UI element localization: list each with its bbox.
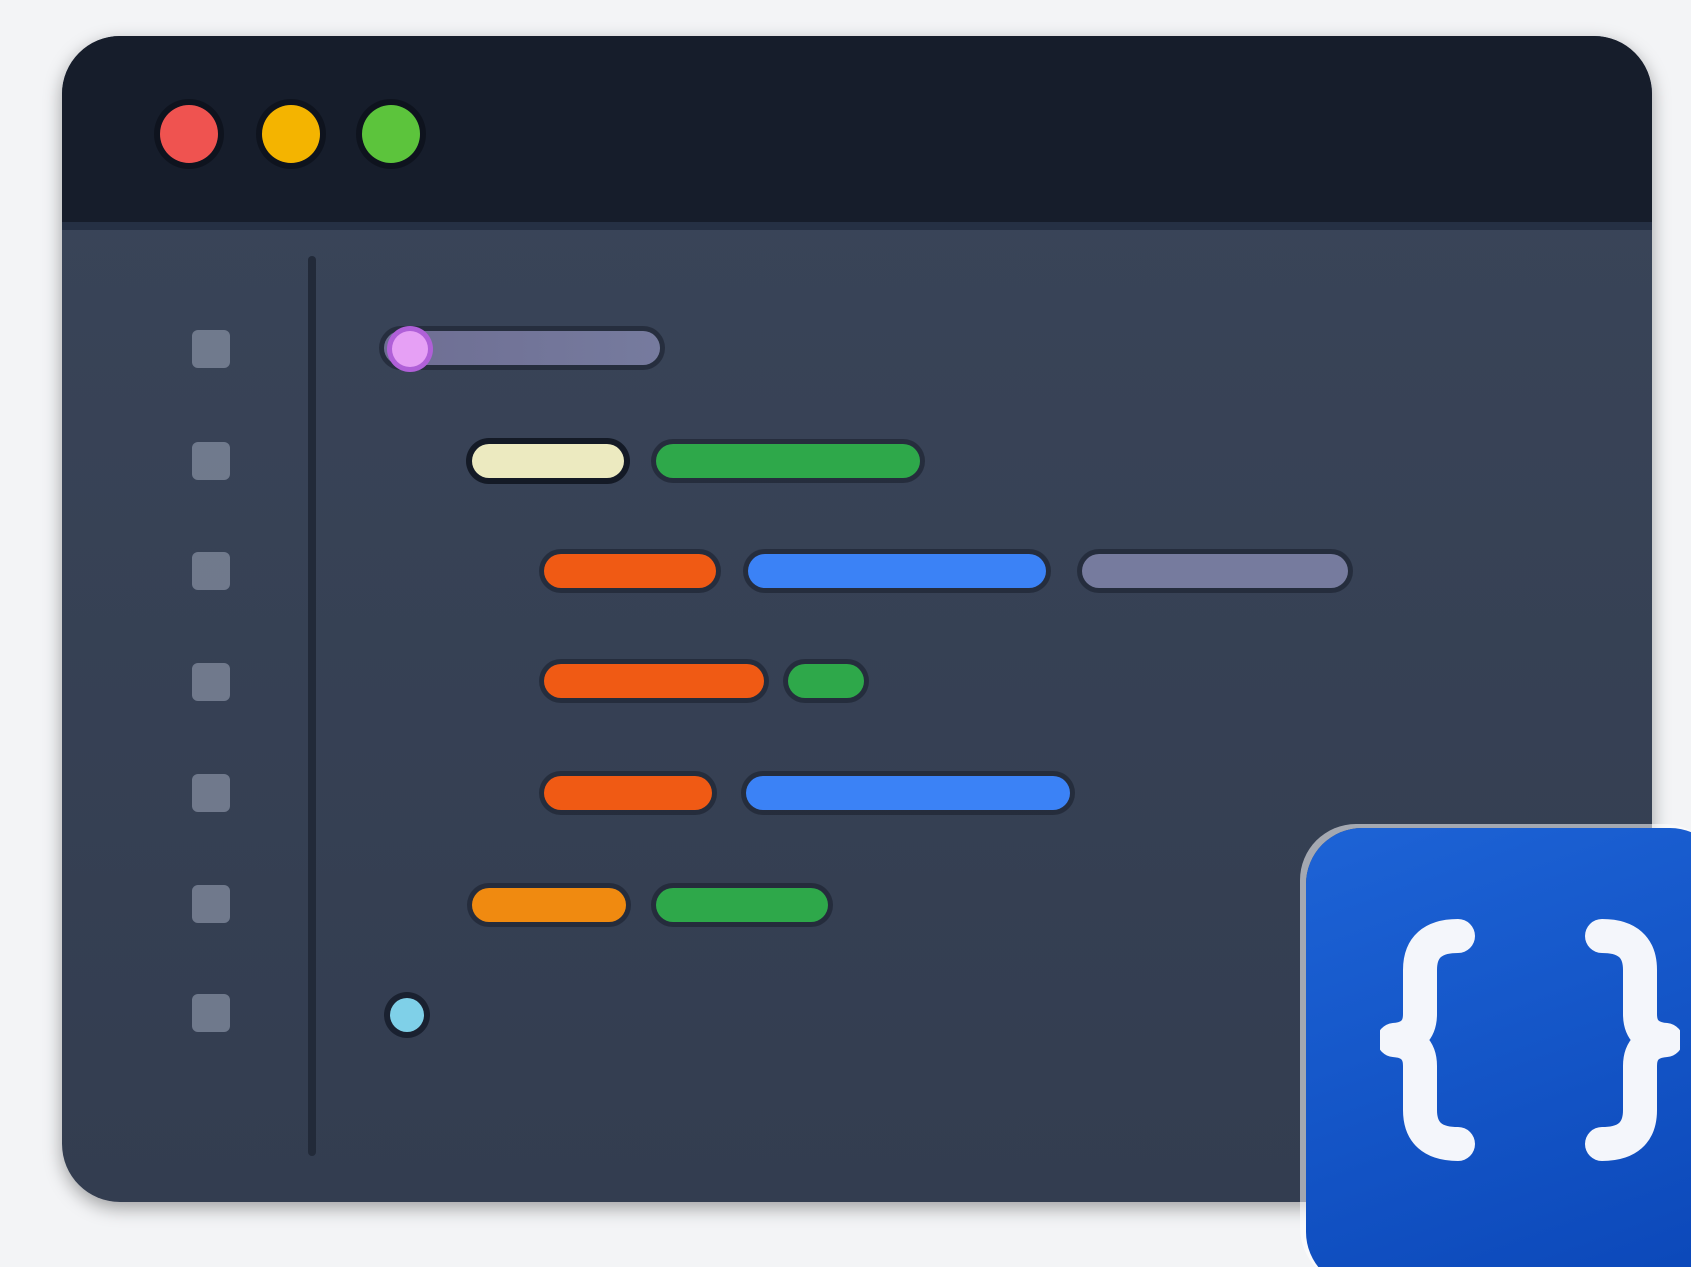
app-icon-canvas (0, 0, 1691, 1267)
curly-braces-icon (1380, 919, 1680, 1161)
line-marker (192, 663, 230, 701)
code-token-green (656, 888, 828, 922)
code-token-comment (1082, 554, 1348, 588)
code-token-string (472, 444, 624, 478)
code-token-function (748, 554, 1046, 588)
minimize-button[interactable] (262, 105, 320, 163)
line-marker (192, 442, 230, 480)
code-token-green (788, 664, 864, 698)
code-token-function (746, 776, 1070, 810)
line-marker (192, 885, 230, 923)
code-token-keyword (544, 664, 764, 698)
gutter-divider (308, 256, 316, 1156)
cursor-dot (390, 998, 424, 1032)
code-token-number (472, 888, 626, 922)
close-button[interactable] (160, 105, 218, 163)
code-token-keyword (544, 776, 712, 810)
line-gutter (62, 230, 312, 1202)
line-marker (192, 994, 230, 1032)
line-marker (192, 552, 230, 590)
zoom-button[interactable] (362, 105, 420, 163)
line-marker (192, 330, 230, 368)
window-titlebar (62, 36, 1652, 230)
breakpoint-dot (392, 331, 428, 367)
line-marker (192, 774, 230, 812)
code-token-green (656, 444, 920, 478)
code-token-keyword (544, 554, 716, 588)
